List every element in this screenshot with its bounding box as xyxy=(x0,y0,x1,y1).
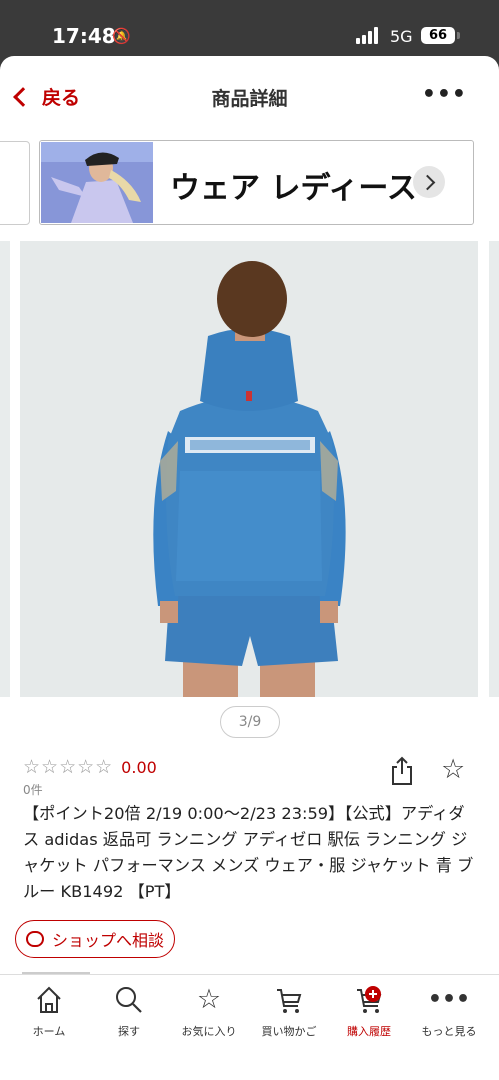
review-count: 0件 xyxy=(23,783,43,797)
purchase-history-icon xyxy=(329,985,409,1015)
tab-cart[interactable]: 買い物かご xyxy=(249,985,329,1039)
cart-icon xyxy=(249,985,329,1015)
chat-icon xyxy=(25,931,44,947)
chevron-right-icon[interactable] xyxy=(413,166,445,198)
mute-bell-icon: 🔕 xyxy=(112,27,131,45)
header: 戻る 商品詳細 ••• xyxy=(0,56,499,138)
status-bar: 17:48 🔕 5G 66 xyxy=(0,0,499,54)
tab-search[interactable]: 探す xyxy=(89,985,169,1039)
rating-stars: ☆☆☆☆☆ xyxy=(23,756,114,778)
share-icon[interactable] xyxy=(390,756,414,790)
product-image[interactable] xyxy=(20,241,478,697)
network-type: 5G xyxy=(390,27,413,46)
bottom-tab-bar: ホーム 探す ☆ お気に入り 買い物かご 購入履歴 ••• もっと見る xyxy=(0,972,499,1080)
search-icon xyxy=(89,985,169,1015)
tab-favorites[interactable]: ☆ お気に入り xyxy=(169,985,249,1039)
divider xyxy=(22,972,90,974)
home-icon xyxy=(9,985,89,1015)
image-counter: 3/9 xyxy=(220,706,280,738)
rating-value: 0.00 xyxy=(121,757,157,777)
consult-label: ショップへ相談 xyxy=(51,931,164,950)
rating[interactable]: ☆☆☆☆☆ 0.00 xyxy=(23,756,157,778)
status-time: 17:48 xyxy=(52,24,116,48)
tab-label: ホーム xyxy=(32,1025,66,1038)
banner-prev-card[interactable] xyxy=(0,141,30,225)
tab-more[interactable]: ••• もっと見る xyxy=(409,985,489,1039)
more-icon: ••• xyxy=(427,987,471,1012)
shop-consult-button[interactable]: ショップへ相談 xyxy=(15,920,175,958)
banner-label: ウェア レディース xyxy=(170,171,417,206)
carousel-prev-image[interactable] xyxy=(0,241,10,697)
tab-label: お気に入り xyxy=(181,1025,237,1038)
favorite-star-icon[interactable]: ☆ xyxy=(441,756,465,783)
more-menu-button[interactable]: ••• xyxy=(422,82,467,107)
carousel-next-image[interactable] xyxy=(489,241,499,697)
banner-thumbnail xyxy=(41,142,153,223)
tab-label: 探す xyxy=(118,1025,140,1038)
star-icon: ☆ xyxy=(196,984,222,1015)
product-title: 【ポイント20倍 2/19 0:00〜2/23 23:59】【公式】アディダス … xyxy=(23,804,474,901)
tab-purchase-history[interactable]: 購入履歴 xyxy=(329,985,409,1039)
tab-home[interactable]: ホーム xyxy=(9,985,89,1039)
tab-label: 買い物かご xyxy=(261,1025,317,1038)
battery-indicator: 66 xyxy=(421,27,455,44)
tab-label: もっと見る xyxy=(421,1025,477,1038)
page-sheet: 戻る 商品詳細 ••• ウェア レディース 3/9 ☆☆☆☆☆ 0.00 0件 … xyxy=(0,56,499,1080)
battery-tip xyxy=(457,32,460,39)
tab-label: 購入履歴 xyxy=(347,1025,391,1038)
category-banner[interactable]: ウェア レディース xyxy=(39,140,474,225)
